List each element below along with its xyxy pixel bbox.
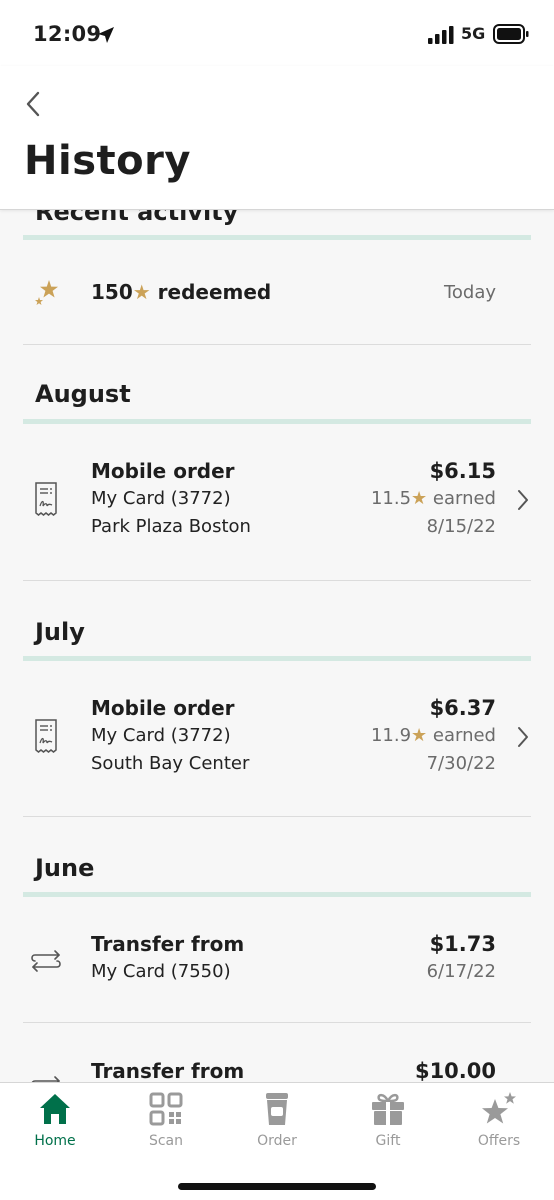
- transaction-store: South Bay Center: [91, 753, 250, 774]
- status-time: 12:09: [33, 22, 102, 46]
- receipt-icon: [35, 719, 57, 753]
- divider: [23, 816, 531, 817]
- status-bar: 12:09 5G: [0, 0, 554, 66]
- transaction-store: Park Plaza Boston: [91, 516, 251, 537]
- stars-earned: 11.5★ earned: [371, 488, 496, 509]
- tab-label: Home: [34, 1133, 76, 1149]
- cellular-signal-icon: [428, 26, 454, 44]
- tab-home[interactable]: Home: [0, 1083, 110, 1163]
- redeemed-text: redeemed: [157, 280, 272, 304]
- bottom-tab-bar: Home Scan Order Gift Offers: [0, 1082, 554, 1200]
- transaction-amount: $6.37: [429, 696, 496, 720]
- section-title-august: August: [35, 380, 131, 408]
- transaction-type: Mobile order: [91, 459, 235, 483]
- earned-label: earned: [432, 725, 496, 746]
- transaction-amount: $6.15: [429, 459, 496, 483]
- battery-icon: [493, 24, 529, 44]
- cup-icon: [266, 1093, 288, 1125]
- tab-label: Order: [257, 1133, 297, 1149]
- divider: [23, 344, 531, 345]
- qr-code-icon: [149, 1092, 183, 1126]
- receipt-icon: [35, 482, 57, 516]
- transaction-amount: $1.73: [429, 932, 496, 956]
- tab-label: Gift: [375, 1133, 401, 1149]
- page-header: History: [0, 66, 554, 210]
- activity-row-redeemed: 150★ redeemed Today: [0, 242, 554, 344]
- transfer-arrows-icon: [31, 950, 61, 972]
- tab-offers[interactable]: Offers: [444, 1083, 554, 1163]
- tab-gift[interactable]: Gift: [333, 1083, 443, 1163]
- section-title-june: June: [35, 854, 95, 882]
- chevron-right-icon[interactable]: [516, 725, 530, 749]
- transaction-amount: $10.00: [414, 1059, 496, 1082]
- history-list[interactable]: Recent activity 150★ redeemed Today Augu…: [0, 210, 554, 1082]
- tab-label: Scan: [148, 1133, 184, 1149]
- section-title-july: July: [35, 618, 85, 646]
- stars-earned-value: 11.5: [370, 488, 412, 509]
- transaction-date: 8/15/22: [426, 516, 496, 537]
- transaction-row-mobile-order[interactable]: Mobile order My Card (3772) Park Plaza B…: [0, 424, 554, 580]
- tab-order[interactable]: Order: [222, 1083, 332, 1163]
- transfer-arrows-icon: [31, 1076, 60, 1082]
- activity-date: Today: [443, 282, 496, 303]
- transaction-row-transfer: Transfer from $10.00: [0, 1023, 554, 1082]
- home-indicator: [178, 1183, 376, 1190]
- transaction-date: 6/17/22: [426, 961, 496, 982]
- gift-icon: [372, 1093, 404, 1125]
- location-arrow-icon: [98, 27, 114, 43]
- transaction-date: 7/30/22: [426, 753, 496, 774]
- transaction-type: Transfer from: [91, 1059, 245, 1082]
- divider: [23, 580, 531, 581]
- redeemed-label: 150★ redeemed: [91, 280, 271, 304]
- stars-earned-value: 11.9: [370, 725, 412, 746]
- transaction-card: My Card (7550): [91, 961, 231, 982]
- transaction-card: My Card (3772): [91, 725, 231, 746]
- transaction-row-transfer: Transfer from My Card (7550) $1.73 6/17/…: [0, 897, 554, 1023]
- tab-label: Offers: [477, 1133, 521, 1149]
- transaction-card: My Card (3772): [91, 488, 231, 509]
- page-title: History: [24, 138, 191, 184]
- star-glyph: ★: [411, 488, 428, 509]
- stars-icon: [482, 1092, 516, 1124]
- earned-label: earned: [432, 488, 496, 509]
- transaction-type: Mobile order: [91, 696, 235, 720]
- stars-earned: 11.9★ earned: [371, 725, 496, 746]
- star-glyph: ★: [411, 725, 428, 746]
- star-glyph: ★: [132, 280, 151, 304]
- transaction-row-mobile-order[interactable]: Mobile order My Card (3772) South Bay Ce…: [0, 661, 554, 817]
- section-title-recent: Recent activity: [35, 210, 239, 226]
- tab-scan[interactable]: Scan: [111, 1083, 221, 1163]
- home-icon: [40, 1094, 70, 1124]
- stars-redeemed-icon: [35, 280, 58, 305]
- section-underline: [23, 235, 531, 240]
- redeemed-amount: 150: [91, 280, 133, 304]
- transaction-type: Transfer from: [91, 932, 245, 956]
- chevron-right-icon[interactable]: [516, 488, 530, 512]
- back-chevron-icon[interactable]: [22, 90, 46, 118]
- network-type: 5G: [461, 24, 486, 43]
